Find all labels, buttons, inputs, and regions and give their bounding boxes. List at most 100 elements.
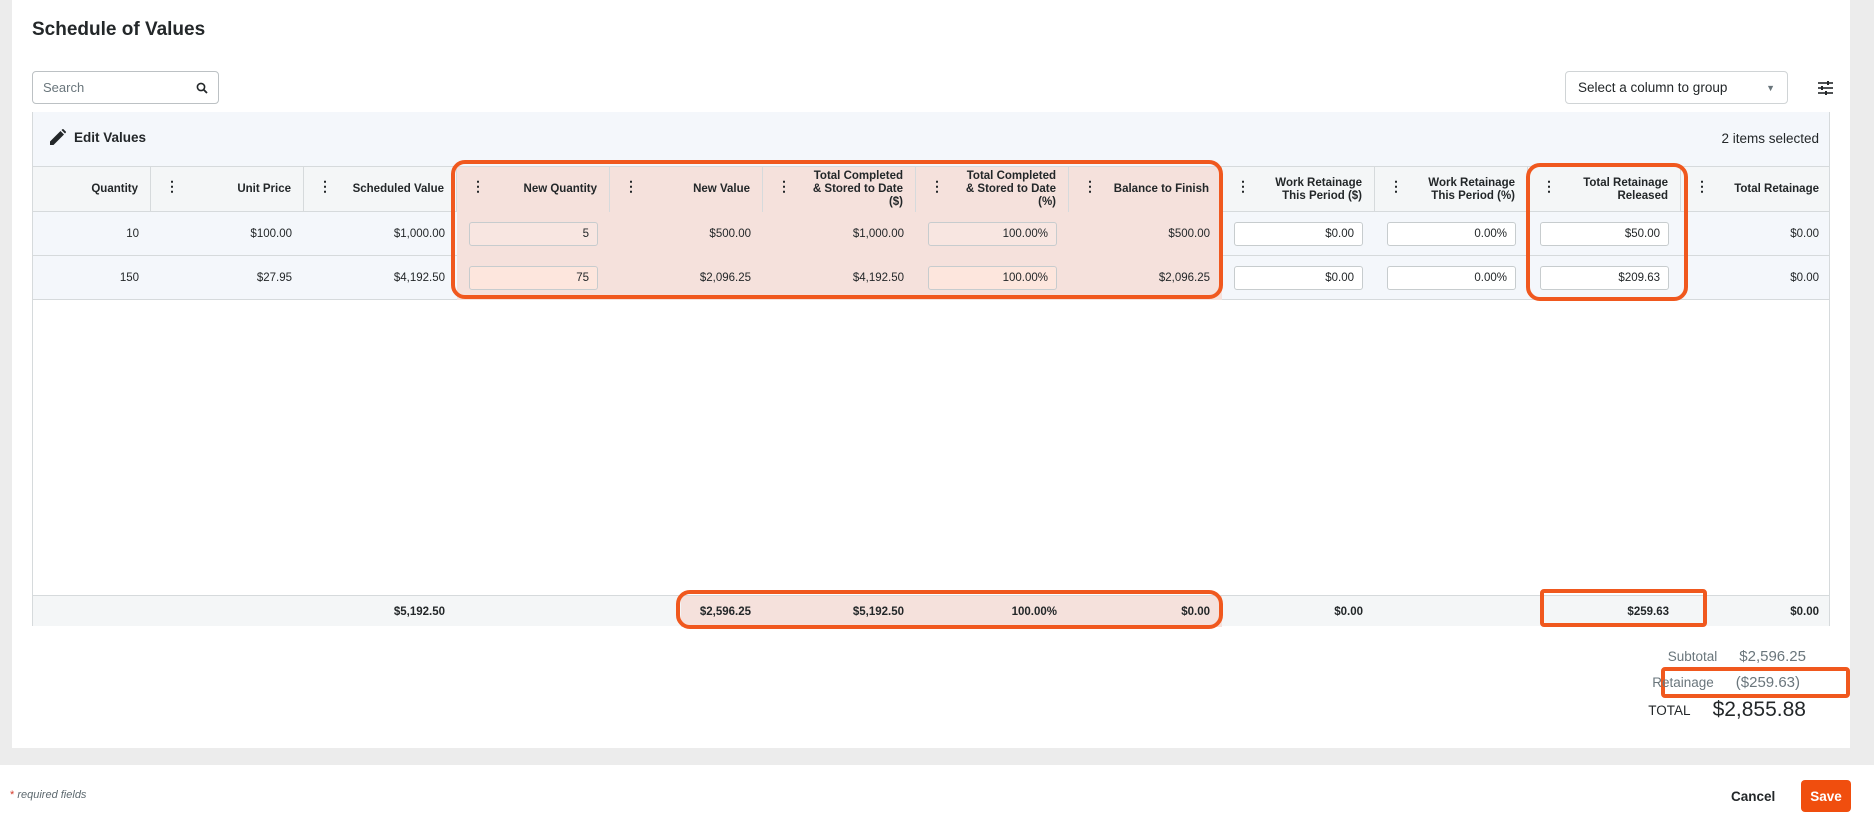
header-label: Work Retainage This Period (%) xyxy=(1428,176,1515,202)
total-balance-to-finish: $0.00 xyxy=(1069,596,1222,627)
table-row[interactable]: 10 $100.00 $1,000.00 5 $500.00 $1,000.00… xyxy=(33,212,1829,256)
total-label: TOTAL xyxy=(1648,702,1691,718)
column-header-work-retainage-pct[interactable]: ⋮ Work Retainage This Period (%) xyxy=(1375,167,1528,212)
cell-total-retainage: $0.00 xyxy=(1790,228,1819,240)
group-by-select[interactable]: Select a column to group ▼ xyxy=(1565,71,1788,104)
cell-scheduled-value: $1,000.00 xyxy=(393,228,445,240)
header-label: Total Retainage xyxy=(1734,183,1819,195)
summary-total: TOTAL $2,855.88 xyxy=(1648,698,1806,722)
total-completed-pct: 100.00% xyxy=(916,596,1069,627)
total-work-retainage-dollar: $0.00 xyxy=(1334,605,1363,618)
work-retainage-dollar-input[interactable]: $0.00 xyxy=(1234,222,1363,246)
selected-items-count: 2 items selected xyxy=(1721,131,1819,146)
column-menu-icon[interactable]: ⋮ xyxy=(624,179,638,193)
cell-new-quantity: 5 xyxy=(457,212,610,256)
cell-unit-price: $27.95 xyxy=(256,272,292,284)
edit-values-label: Edit Values xyxy=(74,130,147,145)
cell-balance-to-finish: $2,096.25 xyxy=(1069,256,1222,300)
total-retainage-released-input[interactable]: $50.00 xyxy=(1540,222,1669,246)
cell-scheduled-value: $4,192.50 xyxy=(393,272,445,284)
cell-new-quantity: 75 xyxy=(457,256,610,300)
grid-toolbar: Edit Values 2 items selected xyxy=(33,112,1829,167)
column-header-scheduled-value[interactable]: ⋮ Scheduled Value xyxy=(304,167,457,212)
header-label: Balance to Finish xyxy=(1113,183,1209,195)
cell-total-completed-dollar: $1,000.00 xyxy=(763,212,916,256)
header-label: New Quantity xyxy=(523,183,597,195)
header-label: Scheduled Value xyxy=(352,183,444,195)
cell-new-value: $500.00 xyxy=(610,212,763,256)
column-menu-icon[interactable]: ⋮ xyxy=(318,179,332,193)
group-by-select-value: Select a column to group xyxy=(1578,80,1728,95)
table-header: Quantity ⋮ Unit Price ⋮ Scheduled Value ⋮ N… xyxy=(33,167,1829,212)
cell-balance-to-finish: $500.00 xyxy=(1069,212,1222,256)
column-menu-icon[interactable]: ⋮ xyxy=(471,179,485,193)
cell-work-retainage-pct: 0.00% xyxy=(1375,256,1528,300)
cell-total-completed-pct: 100.00% xyxy=(916,212,1069,256)
total-retainage-released-input[interactable]: $209.63 xyxy=(1540,266,1669,290)
new-quantity-input[interactable]: 75 xyxy=(469,266,598,290)
cell-work-retainage-dollar: $0.00 xyxy=(1222,256,1375,300)
column-header-total-retainage-released[interactable]: ⋮ Total Retainage Released xyxy=(1528,167,1681,212)
schedule-of-values-card: Schedule of Values Select a column to gr… xyxy=(12,0,1850,748)
column-settings-button[interactable] xyxy=(1812,75,1838,101)
column-menu-icon[interactable]: ⋮ xyxy=(777,179,791,193)
total-scheduled-value: $5,192.50 xyxy=(393,605,445,618)
column-header-new-value[interactable]: ⋮ New Value xyxy=(610,167,763,212)
column-header-quantity[interactable]: Quantity xyxy=(33,167,151,212)
save-button[interactable]: Save xyxy=(1801,780,1851,812)
column-header-work-retainage-dollar[interactable]: ⋮ Work Retainage This Period ($) xyxy=(1222,167,1375,212)
search-icon[interactable] xyxy=(196,82,208,94)
cell-work-retainage-dollar: $0.00 xyxy=(1222,212,1375,256)
edit-values-button[interactable]: Edit Values xyxy=(49,129,146,146)
header-label: New Value xyxy=(693,183,750,195)
total-completed-pct-input[interactable]: 100.00% xyxy=(928,266,1057,290)
cancel-button[interactable]: Cancel xyxy=(1731,781,1775,812)
column-menu-icon[interactable]: ⋮ xyxy=(930,179,944,193)
table-row[interactable]: 150 $27.95 $4,192.50 75 $2,096.25 $4,192… xyxy=(33,256,1829,300)
totals-row: $5,192.50 $2,596.25 $5,192.50 100.00% $0… xyxy=(33,595,1829,627)
subtotal-label: Subtotal xyxy=(1667,649,1718,664)
column-header-balance-to-finish[interactable]: ⋮ Balance to Finish xyxy=(1069,167,1222,212)
column-header-total-completed-pct[interactable]: ⋮ Total Completed & Stored to Date (%) xyxy=(916,167,1069,212)
footer-bar: * required fields Cancel Save xyxy=(0,765,1874,819)
total-value: $2,855.88 xyxy=(1712,698,1806,721)
header-label: Work Retainage This Period ($) xyxy=(1275,176,1362,202)
summary-retainage: Retainage ($259.63) xyxy=(1652,674,1800,691)
retainage-label: Retainage xyxy=(1652,675,1714,690)
column-menu-icon[interactable]: ⋮ xyxy=(165,179,179,193)
schedule-grid: Edit Values 2 items selected Quantity ⋮ U… xyxy=(32,112,1830,627)
search-input[interactable] xyxy=(43,80,183,95)
cell-total-completed-pct: 100.00% xyxy=(916,256,1069,300)
summary-subtotal: Subtotal $2,596.25 xyxy=(1668,648,1806,665)
column-header-new-quantity[interactable]: ⋮ New Quantity xyxy=(457,167,610,212)
work-retainage-pct-input[interactable]: 0.00% xyxy=(1387,222,1516,246)
cell-work-retainage-pct: 0.00% xyxy=(1375,212,1528,256)
header-label: Total Completed & Stored to Date (%) xyxy=(965,170,1056,208)
cell-quantity: 150 xyxy=(119,272,139,284)
header-label: Unit Price xyxy=(237,183,291,195)
required-fields-note: * required fields xyxy=(10,789,86,801)
total-completed-dollar: $5,192.50 xyxy=(763,596,916,627)
column-header-total-completed-dollar[interactable]: ⋮ Total Completed & Stored to Date ($) xyxy=(763,167,916,212)
total-completed-pct-input[interactable]: 100.00% xyxy=(928,222,1057,246)
total-retainage: $0.00 xyxy=(1790,605,1819,618)
column-menu-icon[interactable]: ⋮ xyxy=(1695,179,1709,193)
new-quantity-input[interactable]: 5 xyxy=(469,222,598,246)
chevron-down-icon: ▼ xyxy=(1766,82,1775,93)
column-menu-icon[interactable]: ⋮ xyxy=(1389,179,1403,193)
cell-quantity: 10 xyxy=(126,228,139,240)
retainage-value: ($259.63) xyxy=(1735,674,1800,691)
cell-total-retainage: $0.00 xyxy=(1790,272,1819,284)
subtotal-value: $2,596.25 xyxy=(1739,648,1806,665)
cell-total-retainage-released: $50.00 xyxy=(1528,212,1681,256)
cell-total-retainage-released: $209.63 xyxy=(1528,256,1681,300)
column-header-unit-price[interactable]: ⋮ Unit Price xyxy=(151,167,304,212)
column-menu-icon[interactable]: ⋮ xyxy=(1236,179,1250,193)
page-title: Schedule of Values xyxy=(32,19,206,40)
work-retainage-dollar-input[interactable]: $0.00 xyxy=(1234,266,1363,290)
search-box[interactable] xyxy=(32,71,219,104)
column-menu-icon[interactable]: ⋮ xyxy=(1542,179,1556,193)
column-header-total-retainage[interactable]: ⋮ Total Retainage xyxy=(1681,167,1831,212)
column-menu-icon[interactable]: ⋮ xyxy=(1083,179,1097,193)
work-retainage-pct-input[interactable]: 0.00% xyxy=(1387,266,1516,290)
